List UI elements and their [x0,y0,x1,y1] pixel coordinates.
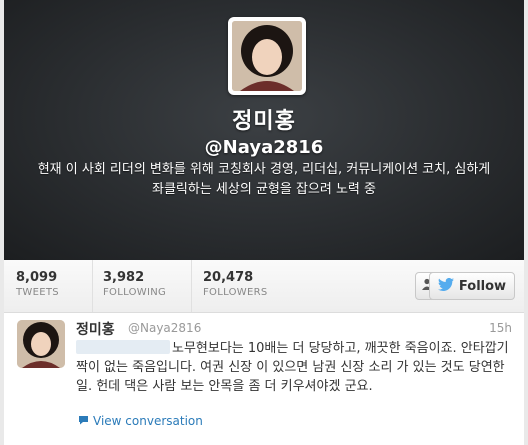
stat-tweets-count: 8,099 [16,270,58,285]
tweet-timestamp[interactable]: 15h [489,321,512,335]
tweet-author-name[interactable]: 정미홍 [76,319,115,339]
stat-divider [92,260,93,312]
avatar-photo [232,21,302,91]
stats-bar: 8,099 TWEETS 3,982 FOLLOWING 20,478 FOLL… [4,260,524,313]
view-conversation-link[interactable]: View conversation [78,414,203,428]
stat-following-label: FOLLOWING [103,287,167,298]
follow-button[interactable]: Follow [429,272,515,300]
tweet-text-block: 노무현보다는 10배는 더 당당하고, 깨끗한 죽음이죠. 안타깝기 짝이 없는… [76,339,512,396]
profile-full-name: 정미홍 [232,109,296,134]
stat-divider [191,260,192,312]
profile-avatar[interactable] [228,17,306,95]
tweet-item[interactable]: 정미홍 @Naya2816 15h 노무현보다는 10배는 더 당당하고, 깨끗… [4,313,524,445]
profile-card: 정미홍 @Naya2816 현재 이 사회 리더의 변화를 위해 코칭회사 경영… [4,0,524,445]
stat-following-count: 3,982 [103,270,145,285]
stat-followers[interactable]: 20,478 FOLLOWERS [203,270,267,300]
stat-followers-count: 20,478 [203,270,254,285]
stat-tweets-label: TWEETS [16,287,59,298]
twitter-bird-icon [437,277,454,295]
tweet-author-handle[interactable]: @Naya2816 [128,321,201,335]
profile-screen-name: @Naya2816 [204,137,324,158]
follow-button-label: Follow [458,278,507,294]
profile-header: 정미홍 @Naya2816 현재 이 사회 리더의 변화를 위해 코칭회사 경영… [4,0,524,260]
speech-bubble-icon [78,414,89,428]
tweet-avatar[interactable] [17,320,65,368]
stat-tweets[interactable]: 8,099 TWEETS [16,270,59,300]
redacted-mention [76,340,170,354]
view-conversation-label: View conversation [93,414,203,428]
stat-followers-label: FOLLOWERS [203,287,268,298]
stat-following[interactable]: 3,982 FOLLOWING [103,270,166,300]
profile-bio: 현재 이 사회 리더의 변화를 위해 코칭회사 경영, 리더십, 커뮤니케이션 … [37,162,491,197]
